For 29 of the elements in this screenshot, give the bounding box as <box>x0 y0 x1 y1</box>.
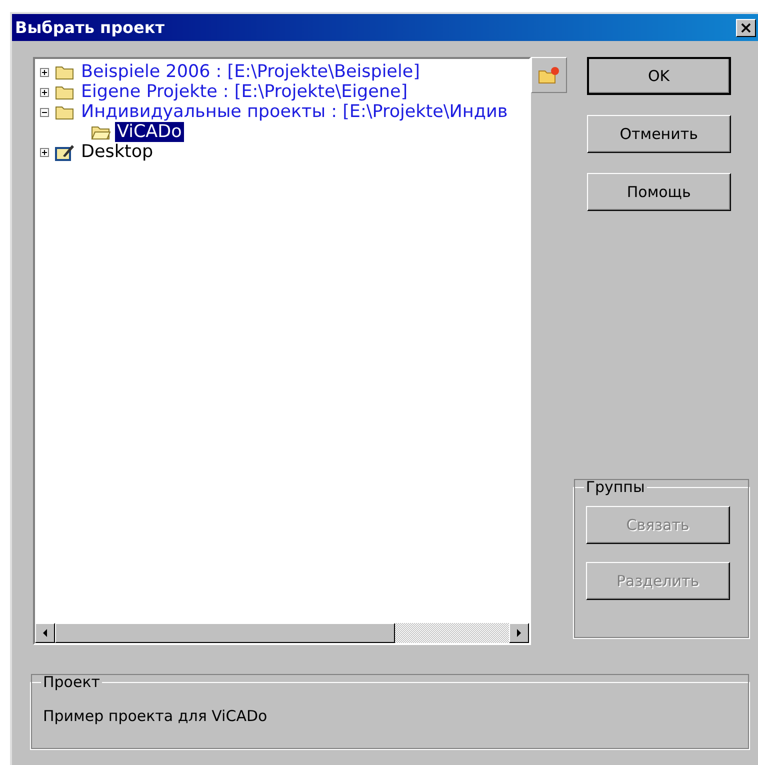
project-title: Проект <box>42 673 102 691</box>
new-folder-button[interactable] <box>531 57 567 93</box>
right-arrow-icon <box>516 629 522 637</box>
folder-icon <box>55 84 75 100</box>
dialog-button[interactable]: OK <box>586 57 731 95</box>
open-folder-icon <box>91 124 111 140</box>
scroll-left-button[interactable] <box>35 623 55 643</box>
tree-item[interactable]: Beispiele 2006 : [E:\Projekte\Beispiele] <box>79 62 422 82</box>
tree-item[interactable]: Desktop <box>79 142 156 162</box>
close-button[interactable]: × <box>736 18 756 36</box>
folder-icon <box>55 104 75 120</box>
tree-item[interactable]: Eigene Projekte : [E:\Projekte\Eigene] <box>79 82 410 102</box>
folder-icon <box>55 64 75 80</box>
minus-icon[interactable] <box>40 108 49 116</box>
plus-icon[interactable] <box>40 88 49 96</box>
project-description: Пример проекта для ViCADo <box>43 706 268 727</box>
scroll-right-button[interactable] <box>509 623 530 643</box>
dialog-button[interactable]: Отменить <box>586 115 731 153</box>
new-folder-icon <box>538 66 560 84</box>
scroll-thumb[interactable] <box>55 623 395 643</box>
plus-icon[interactable] <box>40 148 49 156</box>
left-arrow-icon <box>42 629 48 637</box>
window-title: Выбрать проект <box>15 18 165 37</box>
plus-icon[interactable] <box>40 68 49 76</box>
tree-item[interactable]: ViCADo <box>115 122 184 142</box>
horizontal-scrollbar[interactable] <box>35 623 530 643</box>
dialog-button[interactable]: Помощь <box>586 173 731 211</box>
groups-title: Группы <box>584 478 646 496</box>
tree-item[interactable]: Индивидуальные проекты : [E:\Projekte\Индив <box>79 102 510 122</box>
